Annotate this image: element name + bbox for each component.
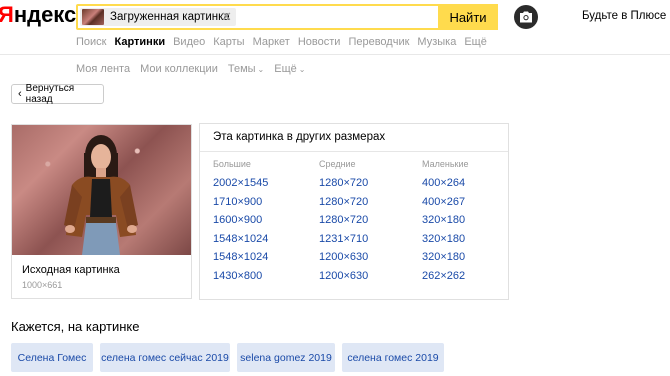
size-link[interactable]: 1710×900 — [213, 193, 268, 212]
subtab-themes-label: Темы — [227, 63, 256, 75]
subtab-themes[interactable]: Темы ⌄ — [228, 63, 264, 75]
tab-news[interactable]: Новости — [298, 36, 341, 48]
tab-maps[interactable]: Карты — [213, 36, 244, 48]
uploaded-image-thumbnail — [82, 9, 104, 25]
size-link[interactable]: 2002×1545 — [213, 174, 268, 193]
related-tag[interactable]: selena gomez 2019 — [237, 343, 335, 372]
sizes-column-head: Маленькие — [422, 159, 469, 169]
size-link[interactable]: 1600×900 — [213, 211, 268, 230]
close-icon[interactable]: ✕ — [221, 9, 232, 25]
size-link[interactable]: 1200×630 — [319, 267, 368, 286]
size-link[interactable]: 1231×710 — [319, 230, 368, 249]
subtab-more[interactable]: Ещё ⌄ — [274, 63, 305, 75]
service-tabs: Поиск Картинки Видео Карты Маркет Новост… — [76, 36, 495, 48]
size-link[interactable]: 1430×800 — [213, 267, 268, 286]
subtab-collections[interactable]: Мои коллекции — [140, 63, 218, 75]
other-sizes-card: Эта картинка в других размерах Большие 2… — [199, 123, 509, 300]
chip-label: Загруженная картинка — [110, 11, 230, 23]
size-link[interactable]: 320×180 — [422, 211, 469, 230]
other-sizes-divider — [200, 151, 508, 152]
logo-text: ндекс — [13, 2, 77, 27]
original-image-card[interactable]: Исходная картинка 1000×661 — [11, 124, 192, 299]
plus-link[interactable]: Будьте в Плюсе — [582, 10, 666, 22]
original-image-size: 1000×661 — [22, 280, 63, 290]
tab-music[interactable]: Музыка — [417, 36, 456, 48]
size-link[interactable]: 1280×720 — [319, 174, 368, 193]
size-link[interactable]: 1280×720 — [319, 193, 368, 212]
size-link[interactable]: 1548×1024 — [213, 230, 268, 249]
sizes-column-large: Большие 2002×1545 1710×900 1600×900 1548… — [213, 159, 268, 286]
size-link[interactable]: 400×264 — [422, 174, 469, 193]
search-box[interactable]: Загруженная картинка ✕ Найти — [76, 4, 498, 30]
tab-market[interactable]: Маркет — [253, 36, 290, 48]
related-tags: Селена Гомес селена гомес сейчас 2019 se… — [11, 343, 451, 372]
person-photo-illustration — [64, 135, 138, 255]
subtabs: Моя лента Мои коллекции Темы ⌄ Ещё ⌄ — [76, 63, 315, 75]
tab-video[interactable]: Видео — [173, 36, 205, 48]
size-link[interactable]: 1280×720 — [319, 211, 368, 230]
size-link[interactable]: 1200×630 — [319, 248, 368, 267]
size-link[interactable]: 400×267 — [422, 193, 469, 212]
size-link[interactable]: 1548×1024 — [213, 248, 268, 267]
tab-translator[interactable]: Переводчик — [348, 36, 409, 48]
yandex-logo[interactable]: Яндекс — [0, 4, 76, 26]
logo-letter: Я — [0, 2, 14, 27]
size-link[interactable]: 320×180 — [422, 248, 469, 267]
tab-more[interactable]: Ещё — [464, 36, 487, 48]
sizes-column-medium: Средние 1280×720 1280×720 1280×720 1231×… — [319, 159, 368, 286]
related-tag[interactable]: селена гомес 2019 — [342, 343, 444, 372]
related-section-title: Кажется, на картинке — [11, 319, 140, 334]
subtab-feed[interactable]: Моя лента — [76, 63, 130, 75]
related-tag[interactable]: селена гомес сейчас 2019 — [100, 343, 230, 372]
camera-icon[interactable] — [514, 5, 538, 29]
find-button[interactable]: Найти — [438, 4, 498, 30]
original-image[interactable] — [12, 125, 191, 255]
back-button-label: Вернуться назад — [25, 83, 75, 105]
size-link[interactable]: 262×262 — [422, 267, 469, 286]
size-link[interactable]: 320×180 — [422, 230, 469, 249]
related-tag[interactable]: Селена Гомес — [11, 343, 93, 372]
tab-search[interactable]: Поиск — [76, 36, 106, 48]
sizes-column-head: Большие — [213, 159, 251, 169]
original-image-title[interactable]: Исходная картинка — [22, 264, 120, 276]
sizes-column-small: Маленькие 400×264 400×267 320×180 320×18… — [422, 159, 469, 286]
other-sizes-title: Эта картинка в других размерах — [213, 131, 386, 143]
chevron-left-icon: ‹ — [18, 88, 22, 100]
tab-images[interactable]: Картинки — [114, 36, 165, 48]
subtab-more-label: Ещё — [274, 63, 297, 75]
uploaded-image-chip[interactable]: Загруженная картинка ✕ — [80, 8, 236, 26]
chevron-down-icon: ⌄ — [257, 65, 265, 74]
chevron-down-icon: ⌄ — [298, 65, 306, 74]
sizes-column-head: Средние — [319, 159, 356, 169]
back-button[interactable]: ‹ Вернуться назад — [11, 83, 104, 105]
header-divider — [0, 54, 670, 55]
